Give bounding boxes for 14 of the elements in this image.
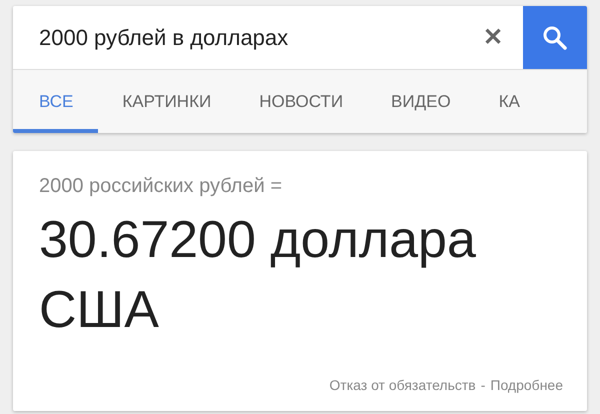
tab[interactable]: КА (474, 70, 544, 133)
tab[interactable]: ВСЕ (13, 70, 98, 133)
more-link[interactable]: Подробнее (490, 377, 563, 393)
source-amount: 2000 российских рублей = (39, 174, 283, 199)
tab[interactable]: ВИДЕО (367, 70, 475, 133)
search-button[interactable] (523, 6, 587, 69)
search-field[interactable]: 2000 рублей в долларах (13, 6, 463, 69)
tab[interactable]: КАРТИНКИ (98, 70, 236, 133)
tab[interactable]: НОВОСТИ (235, 70, 368, 133)
search-icon (542, 24, 568, 50)
separator: - (480, 377, 486, 393)
clear-button[interactable]: ✕ (463, 6, 523, 69)
disclaimer-link[interactable]: Отказ от обязательств (329, 377, 476, 393)
converted-amount: 30.67200 доллара США (39, 210, 477, 341)
